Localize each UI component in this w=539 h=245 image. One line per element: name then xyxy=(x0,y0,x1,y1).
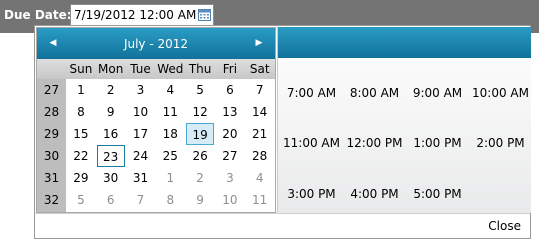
day-cell[interactable]: 5 xyxy=(186,79,214,101)
day-cell[interactable]: 28 xyxy=(246,145,274,167)
day-cell[interactable]: 29 xyxy=(67,167,95,189)
time-slot[interactable]: 11:00 AM xyxy=(280,136,343,150)
week-number: 30 xyxy=(43,149,60,163)
day-cell[interactable]: 11 xyxy=(156,101,184,123)
day-cell[interactable]: 30 xyxy=(97,167,125,189)
day-cell[interactable]: 31 xyxy=(127,167,155,189)
day-header-row: Sun Mon Tue Wed Thu Fri Sat xyxy=(37,59,275,79)
day-header-tue: Tue xyxy=(130,62,151,76)
day-cell[interactable]: 12 xyxy=(186,101,214,123)
time-slot[interactable]: 4:00 PM xyxy=(343,187,406,201)
time-slot[interactable]: 5:00 PM xyxy=(406,187,469,201)
day-cell[interactable]: 20 xyxy=(216,123,244,145)
week-number: 27 xyxy=(43,83,60,97)
calendar-header: ◀ July - 2012 ▶ xyxy=(37,28,275,59)
week-number-column: 27 28 29 30 31 32 xyxy=(37,79,66,212)
time-slot[interactable]: 8:00 AM xyxy=(343,86,406,100)
day-cell-other-month[interactable]: 9 xyxy=(186,189,214,211)
day-cell-other-month[interactable]: 11 xyxy=(246,189,274,211)
day-header-mon: Mon xyxy=(98,62,124,76)
day-cell[interactable]: 10 xyxy=(127,101,155,123)
day-cell[interactable]: 14 xyxy=(246,101,274,123)
date-time-picker[interactable] xyxy=(70,4,214,26)
week-number: 28 xyxy=(43,105,60,119)
datetime-popup: ◀ July - 2012 ▶ Sun Mon Tue Wed Thu Fri Sat 27… xyxy=(34,25,531,239)
day-header-sat: Sat xyxy=(249,62,270,76)
day-cell[interactable]: 8 xyxy=(67,101,95,123)
day-cell[interactable]: 15 xyxy=(67,123,95,145)
day-cell-other-month[interactable]: 2 xyxy=(186,167,214,189)
day-cell[interactable]: 18 xyxy=(156,123,184,145)
time-slot[interactable]: 7:00 AM xyxy=(280,86,343,100)
day-cell[interactable]: 9 xyxy=(97,101,125,123)
left-triangle-icon[interactable]: ◀ xyxy=(46,36,60,50)
day-cell-other-month[interactable]: 8 xyxy=(156,189,184,211)
day-cell[interactable]: 27 xyxy=(216,145,244,167)
close-button[interactable]: Close xyxy=(488,219,521,233)
day-cell[interactable]: 26 xyxy=(186,145,214,167)
day-cell-other-month[interactable]: 10 xyxy=(216,189,244,211)
day-cell[interactable]: 23 xyxy=(96,145,125,167)
time-slot[interactable]: 2:00 PM xyxy=(469,136,532,150)
day-cell[interactable]: 21 xyxy=(246,123,274,145)
time-panel: 7:00 AM 8:00 AM 9:00 AM 10:00 AM 11:00 AM 12:… xyxy=(277,27,531,213)
right-triangle-icon[interactable]: ▶ xyxy=(252,36,266,50)
day-header-wed: Wed xyxy=(157,62,184,76)
day-cell-other-month[interactable]: 5 xyxy=(67,189,95,211)
week-number: 31 xyxy=(43,171,60,185)
day-header-sun: Sun xyxy=(69,62,93,76)
day-header-fri: Fri xyxy=(222,62,238,76)
day-cell[interactable]: 16 xyxy=(97,123,125,145)
day-cell-other-month[interactable]: 7 xyxy=(127,189,155,211)
footer-divider xyxy=(35,213,530,214)
day-cell-other-month[interactable]: 1 xyxy=(156,167,184,189)
day-cell[interactable]: 7 xyxy=(246,79,274,101)
day-cell[interactable]: 1 xyxy=(67,79,95,101)
day-cell[interactable]: 24 xyxy=(127,145,155,167)
week-number: 29 xyxy=(43,127,60,141)
month-title[interactable]: July - 2012 xyxy=(77,37,235,51)
date-time-input[interactable] xyxy=(71,5,198,25)
day-cell[interactable]: 3 xyxy=(127,79,155,101)
time-slot[interactable]: 12:00 PM xyxy=(343,136,406,150)
day-cell[interactable]: 4 xyxy=(156,79,184,101)
day-cell[interactable]: 2 xyxy=(97,79,125,101)
day-cell-other-month[interactable]: 3 xyxy=(216,167,244,189)
day-cell-other-month[interactable]: 6 xyxy=(97,189,125,211)
day-header-thu: Thu xyxy=(188,62,212,76)
day-cell[interactable]: 17 xyxy=(127,123,155,145)
time-slot[interactable]: 10:00 AM xyxy=(469,86,532,100)
time-slot[interactable]: 1:00 PM xyxy=(406,136,469,150)
due-date-label: Due Date: xyxy=(4,8,72,22)
day-cell[interactable]: 13 xyxy=(216,101,244,123)
days-grid: 1 2 3 4 5 6 7 8 9 10 11 12 13 14 15 16 17 18 19 20 21 22 23 24 2… xyxy=(66,79,275,212)
week-number: 32 xyxy=(43,193,60,207)
day-cell-other-month[interactable]: 4 xyxy=(246,167,274,189)
day-cell[interactable]: 19 xyxy=(186,123,214,145)
calendar-panel: ◀ July - 2012 ▶ Sun Mon Tue Wed Thu Fri Sat 27… xyxy=(36,27,276,213)
calendar-icon[interactable] xyxy=(198,8,211,21)
day-cell[interactable]: 6 xyxy=(216,79,244,101)
time-header xyxy=(278,27,531,58)
day-cell[interactable]: 22 xyxy=(67,145,95,167)
day-cell[interactable]: 25 xyxy=(156,145,184,167)
time-slot[interactable]: 9:00 AM xyxy=(406,86,469,100)
time-slot[interactable]: 3:00 PM xyxy=(280,187,343,201)
